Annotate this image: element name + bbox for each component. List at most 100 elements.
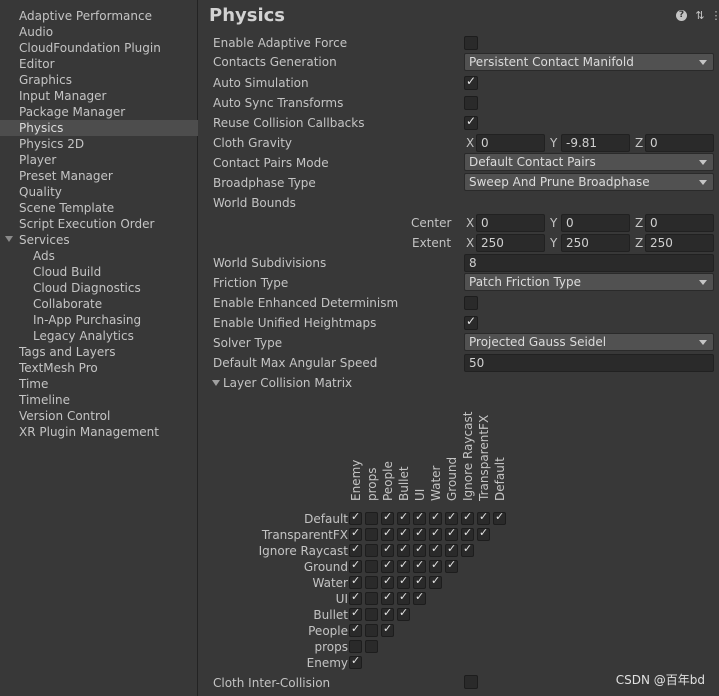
matrix-checkbox[interactable]	[365, 512, 378, 525]
sidebar-item[interactable]: Legacy Analytics	[0, 328, 198, 344]
matrix-checkbox[interactable]	[461, 510, 474, 525]
contacts-generation-dropdown[interactable]: Persistent Contact Manifold	[464, 53, 714, 71]
extent-y-field[interactable]: 250	[561, 234, 630, 252]
sidebar-item[interactable]: Player	[0, 152, 198, 168]
matrix-checkbox[interactable]	[349, 558, 362, 573]
world-subdivisions-field[interactable]: 8	[464, 254, 714, 272]
sidebar-item[interactable]: TextMesh Pro	[0, 360, 198, 376]
matrix-checkbox[interactable]	[493, 510, 506, 525]
sidebar-item[interactable]: Editor	[0, 56, 198, 72]
cloth-gravity-y-field[interactable]: -9.81	[561, 134, 630, 152]
matrix-checkbox[interactable]	[349, 510, 362, 525]
matrix-checkbox[interactable]	[397, 526, 410, 541]
matrix-checkbox[interactable]	[381, 510, 394, 525]
matrix-checkbox[interactable]	[461, 542, 474, 557]
matrix-checkbox[interactable]	[381, 526, 394, 541]
matrix-checkbox[interactable]	[397, 558, 410, 573]
matrix-checkbox[interactable]	[413, 558, 426, 573]
auto-sync-transforms-checkbox[interactable]	[464, 96, 478, 110]
matrix-checkbox[interactable]	[413, 574, 426, 589]
matrix-checkbox[interactable]	[445, 510, 458, 525]
sidebar-item[interactable]: Package Manager	[0, 104, 198, 120]
contact-pairs-mode-dropdown[interactable]: Default Contact Pairs	[464, 153, 714, 171]
matrix-checkbox[interactable]	[445, 542, 458, 557]
matrix-checkbox[interactable]	[365, 640, 378, 653]
matrix-checkbox[interactable]	[365, 624, 378, 637]
cloth-gravity-z-field[interactable]: 0	[645, 134, 714, 152]
enable-adaptive-force-checkbox[interactable]	[464, 36, 478, 50]
matrix-checkbox[interactable]	[349, 526, 362, 541]
matrix-checkbox[interactable]	[397, 574, 410, 589]
sidebar-item[interactable]: Preset Manager	[0, 168, 198, 184]
matrix-checkbox[interactable]	[365, 592, 378, 605]
friction-type-dropdown[interactable]: Patch Friction Type	[464, 273, 714, 291]
center-y-field[interactable]: 0	[561, 214, 630, 232]
matrix-checkbox[interactable]	[365, 560, 378, 573]
cloth-gravity-x-field[interactable]: 0	[476, 134, 545, 152]
matrix-checkbox[interactable]	[461, 526, 474, 541]
matrix-checkbox[interactable]	[413, 526, 426, 541]
sidebar-item[interactable]: Ads	[0, 248, 198, 264]
sidebar-item[interactable]: Services	[0, 232, 198, 248]
sidebar-item[interactable]: Tags and Layers	[0, 344, 198, 360]
center-z-field[interactable]: 0	[645, 214, 714, 232]
sidebar-item[interactable]: XR Plugin Management	[0, 424, 198, 440]
broadphase-type-dropdown[interactable]: Sweep And Prune Broadphase	[464, 173, 714, 191]
sidebar-item[interactable]: Cloud Diagnostics	[0, 280, 198, 296]
matrix-checkbox[interactable]	[413, 590, 426, 605]
sidebar-item[interactable]: Physics 2D	[0, 136, 198, 152]
sidebar-item[interactable]: CloudFoundation Plugin	[0, 40, 198, 56]
matrix-checkbox[interactable]	[365, 528, 378, 541]
sidebar-item[interactable]: Graphics	[0, 72, 198, 88]
enable-enhanced-determinism-checkbox[interactable]	[464, 296, 478, 310]
solver-type-dropdown[interactable]: Projected Gauss Seidel	[464, 333, 714, 351]
sliders-icon[interactable]: ⇅	[694, 10, 706, 22]
matrix-checkbox[interactable]	[397, 590, 410, 605]
matrix-checkbox[interactable]	[397, 542, 410, 557]
sidebar-item[interactable]: Adaptive Performance	[0, 8, 198, 24]
matrix-checkbox[interactable]	[365, 576, 378, 589]
matrix-checkbox[interactable]	[365, 608, 378, 621]
sidebar-item[interactable]: Audio	[0, 24, 198, 40]
matrix-checkbox[interactable]	[397, 606, 410, 621]
sidebar-item[interactable]: Physics	[0, 120, 198, 136]
matrix-checkbox[interactable]	[429, 526, 442, 541]
reuse-collision-callbacks-checkbox[interactable]	[464, 114, 478, 130]
layer-collision-matrix-label[interactable]: Layer Collision Matrix	[223, 374, 352, 392]
matrix-checkbox[interactable]	[349, 654, 362, 669]
sidebar-item[interactable]: In-App Purchasing	[0, 312, 198, 328]
sidebar-item[interactable]: Input Manager	[0, 88, 198, 104]
foldout-arrow-icon[interactable]	[5, 236, 13, 242]
cloth-inter-collision-checkbox[interactable]	[464, 675, 478, 689]
matrix-checkbox[interactable]	[349, 606, 362, 621]
matrix-checkbox[interactable]	[477, 526, 490, 541]
matrix-checkbox[interactable]	[381, 622, 394, 637]
matrix-checkbox[interactable]	[381, 542, 394, 557]
sidebar-item[interactable]: Scene Template	[0, 200, 198, 216]
matrix-checkbox[interactable]	[381, 574, 394, 589]
more-menu-icon[interactable]: ⋮	[710, 10, 719, 22]
matrix-checkbox[interactable]	[381, 590, 394, 605]
auto-simulation-checkbox[interactable]	[464, 74, 478, 90]
matrix-checkbox[interactable]	[429, 574, 442, 589]
enable-unified-heightmaps-checkbox[interactable]	[464, 314, 478, 330]
extent-x-field[interactable]: 250	[476, 234, 545, 252]
sidebar-item[interactable]: Script Execution Order	[0, 216, 198, 232]
sidebar-item[interactable]: Time	[0, 376, 198, 392]
matrix-checkbox[interactable]	[413, 542, 426, 557]
matrix-checkbox[interactable]	[349, 574, 362, 589]
help-icon[interactable]: ?	[676, 10, 687, 21]
matrix-checkbox[interactable]	[445, 526, 458, 541]
sidebar-item[interactable]: Timeline	[0, 392, 198, 408]
matrix-checkbox[interactable]	[413, 510, 426, 525]
matrix-checkbox[interactable]	[445, 558, 458, 573]
extent-z-field[interactable]: 250	[645, 234, 714, 252]
matrix-checkbox[interactable]	[477, 510, 490, 525]
sidebar-item[interactable]: Quality	[0, 184, 198, 200]
foldout-arrow-icon[interactable]	[212, 380, 220, 386]
matrix-checkbox[interactable]	[349, 542, 362, 557]
matrix-checkbox[interactable]	[365, 544, 378, 557]
matrix-checkbox[interactable]	[381, 606, 394, 621]
matrix-checkbox[interactable]	[429, 558, 442, 573]
matrix-checkbox[interactable]	[349, 622, 362, 637]
